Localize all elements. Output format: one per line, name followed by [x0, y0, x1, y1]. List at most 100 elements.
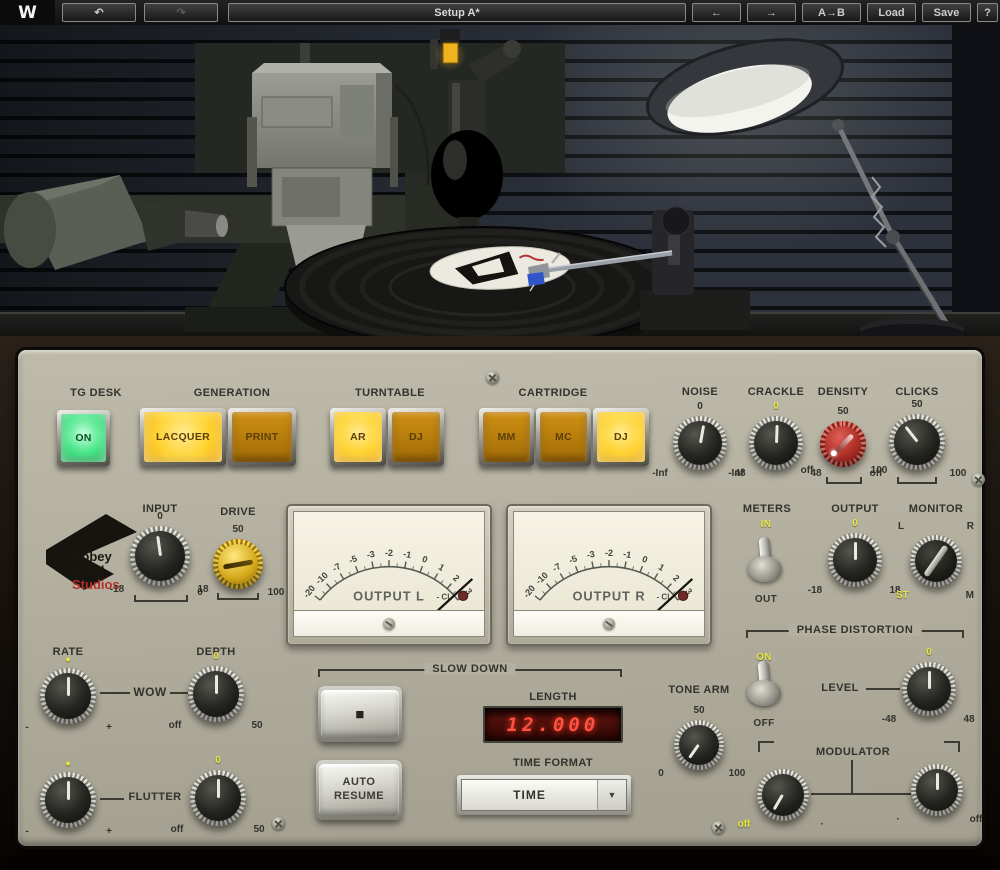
density-knob[interactable]: 50 off 100 [820, 421, 866, 467]
slowdown-stop-button[interactable]: ■ [318, 686, 402, 742]
waves-logo-icon: W [0, 0, 55, 25]
panel-screw [486, 371, 499, 384]
flutter-depth-knob[interactable]: 0 off 50 [190, 770, 246, 826]
crackle-label: CRACKLE [748, 386, 805, 398]
slow-down-bracket: SLOW DOWN [318, 669, 622, 677]
help-button[interactable]: ? [977, 3, 998, 22]
vinyl-record [285, 227, 679, 336]
turntable-ar-button[interactable]: AR [330, 408, 386, 466]
svg-text:-2: -2 [605, 548, 613, 558]
svg-text:0: 0 [421, 554, 429, 565]
svg-text:-2: -2 [385, 548, 393, 558]
panel-screw [972, 473, 985, 486]
drive-label: DRIVE [220, 506, 256, 518]
length-display: 12.000 [483, 706, 623, 743]
length-label: LENGTH [529, 691, 577, 703]
load-button[interactable]: Load [867, 3, 916, 22]
ab-compare-button[interactable]: A→B [802, 3, 861, 22]
modulator-right-knob[interactable]: · off [911, 764, 963, 816]
meters-in-label: IN [761, 519, 772, 530]
toolbar: W ↶ ↷ Setup A* ← → A→B Load Save ? [0, 0, 1000, 26]
tg-desk-on-button[interactable]: ON [57, 410, 110, 466]
time-format-label: TIME FORMAT [513, 757, 593, 769]
panel-screw [272, 817, 285, 830]
vu-meter-left: -20-10-7-5-3-2-10123OUTPUT L- CL [286, 504, 492, 646]
flutter-label: FLUTTER [129, 791, 182, 803]
undo-button[interactable]: ↶ [62, 3, 136, 22]
meter-screw [603, 618, 615, 630]
svg-text:1: 1 [437, 562, 446, 573]
wow-label: WOW [133, 685, 166, 699]
turntable-dj-button[interactable]: DJ [388, 408, 444, 466]
phase-off-label: OFF [753, 718, 774, 729]
redo-icon: ↷ [176, 6, 185, 19]
vu-meter-right: -20-10-7-5-3-2-10123OUTPUT R- CL [506, 504, 712, 646]
svg-text:OUTPUT L: OUTPUT L [353, 589, 425, 604]
level-knob[interactable]: 0 -48 48 [902, 662, 956, 716]
cartridge-mc-button[interactable]: MC [536, 408, 591, 466]
clicks-knob[interactable]: 50 off 100 [889, 414, 945, 470]
generation-print-button[interactable]: PRINT [228, 408, 296, 466]
output-knob[interactable]: 0 -18 18 [828, 533, 882, 587]
wow-rate-knob[interactable]: • - + [40, 668, 96, 724]
studio-scene [0, 25, 1000, 336]
plugin-window: W ↶ ↷ Setup A* ← → A→B Load Save ? [0, 0, 1000, 870]
output-label: OUTPUT [831, 503, 879, 515]
time-format-dropdown[interactable]: TIME ▼ [457, 775, 631, 815]
svg-text:2: 2 [671, 573, 681, 584]
save-button[interactable]: Save [922, 3, 971, 22]
meters-out-label: OUT [755, 594, 777, 605]
svg-text:-3: -3 [586, 549, 596, 560]
next-preset-button[interactable]: → [747, 3, 796, 22]
svg-text:-3: -3 [366, 549, 376, 560]
chassis-bottom [0, 856, 1000, 870]
generation-lacquer-button[interactable]: LACQUER [140, 408, 226, 466]
svg-text:-20: -20 [301, 583, 317, 599]
phase-toggle[interactable] [746, 666, 782, 710]
right-arrow-icon: → [766, 7, 777, 19]
dropdown-arrow-icon[interactable]: ▼ [597, 780, 626, 810]
cartridge-dj-button[interactable]: DJ [593, 408, 649, 466]
cartridge-label: CARTRIDGE [519, 387, 588, 399]
modulator-label: MODULATOR [816, 746, 890, 758]
tg-desk-label: TG DESK [70, 387, 122, 399]
prev-preset-button[interactable]: ← [692, 3, 741, 22]
flutter-rate-knob[interactable]: • - + [40, 772, 96, 828]
generation-label: GENERATION [194, 387, 271, 399]
svg-text:-5: -5 [568, 553, 579, 565]
monitor-knob[interactable]: L R ST M [910, 535, 962, 587]
modulator-left-knob[interactable]: off · [757, 769, 809, 821]
tone-arm-label: TONE ARM [668, 684, 729, 696]
preset-field[interactable]: Setup A* [228, 3, 686, 22]
turntable-label: TURNTABLE [355, 387, 425, 399]
meters-toggle[interactable] [747, 542, 783, 586]
svg-text:-7: -7 [330, 561, 342, 574]
panel-screw [712, 821, 725, 834]
level-label: LEVEL [821, 682, 858, 694]
meters-label: METERS [743, 503, 791, 515]
svg-text:OUTPUT R: OUTPUT R [572, 589, 645, 604]
wow-depth-knob[interactable]: 0 off 50 [188, 666, 244, 722]
svg-text:-5: -5 [348, 553, 359, 565]
svg-text:0: 0 [641, 554, 649, 565]
stop-icon: ■ [355, 707, 365, 722]
svg-text:-7: -7 [550, 561, 562, 574]
crackle-knob[interactable]: 0 -Inf 48 [749, 416, 803, 470]
svg-text:1: 1 [657, 562, 666, 573]
svg-text:2: 2 [451, 573, 461, 584]
drive-knob[interactable]: 50 0 100 [213, 539, 263, 589]
svg-text:-20: -20 [521, 583, 537, 599]
cartridge-mm-button[interactable]: MM [479, 408, 534, 466]
noise-label: NOISE [682, 386, 718, 398]
density-label: DENSITY [818, 386, 868, 398]
clicks-label: CLICKS [895, 386, 938, 398]
redo-button[interactable]: ↷ [144, 3, 218, 22]
input-knob[interactable]: 0 -18 18 [130, 526, 190, 586]
svg-text:-1: -1 [402, 549, 412, 560]
auto-resume-button[interactable]: AUTORESUME [316, 760, 402, 820]
cartridge-stylus [527, 272, 545, 286]
phase-distortion-bracket: PHASE DISTORTION [746, 630, 964, 638]
noise-knob[interactable]: 0 -Inf 48 [673, 416, 727, 470]
left-arrow-icon: ← [711, 7, 722, 19]
tone-arm-knob[interactable]: 50 0 100 [674, 720, 724, 770]
